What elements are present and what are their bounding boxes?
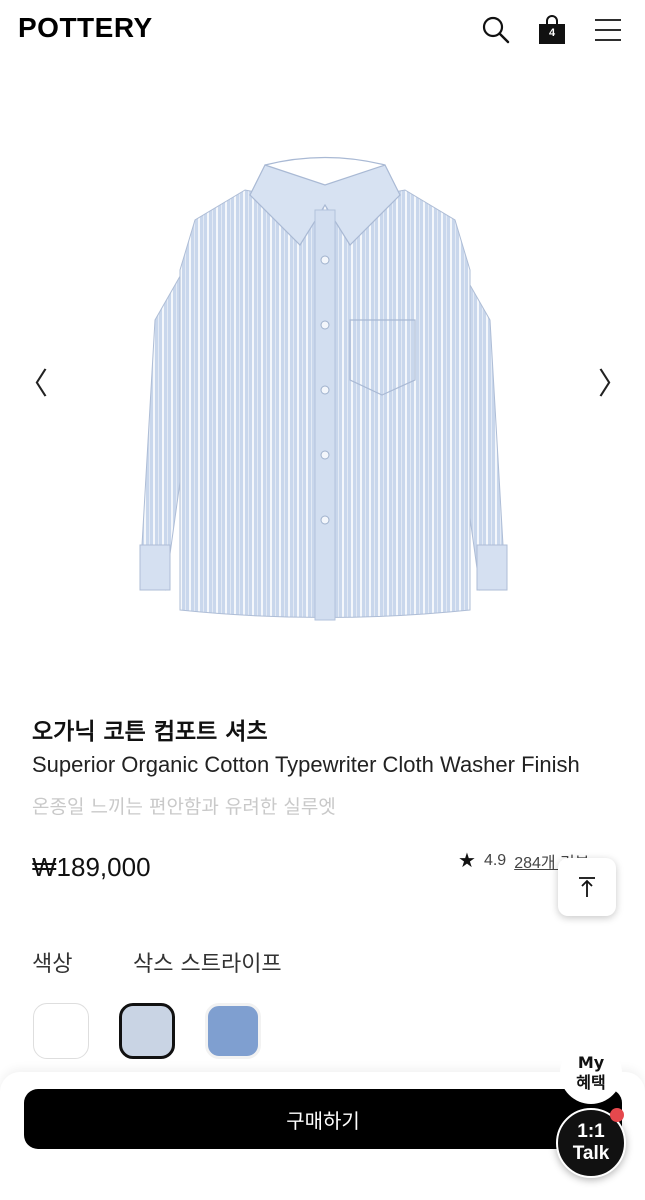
product-title: 오가닉 코튼 컴포트 셔츠 [32,719,268,745]
scroll-to-top-button[interactable] [558,858,616,916]
brand-logo[interactable]: POTTERY [18,12,153,44]
talk-line2: Talk [572,1143,610,1164]
notification-dot [610,1108,624,1122]
color-option-label: 색상 [32,952,73,977]
color-swatch-sax-stripe[interactable] [119,1003,175,1059]
color-swatch-white[interactable] [33,1003,89,1059]
header: POTTERY 4 [0,0,645,60]
talk-line1: 1:1 [577,1121,605,1142]
carousel-next-button[interactable]: 〉 [598,365,628,405]
product-image [139,156,508,621]
my-benefit-button[interactable]: My 혜택 [560,1042,622,1104]
star-icon: ★ [458,850,476,872]
cart-count-badge: 4 [548,27,556,39]
buy-button[interactable]: 구매하기 [24,1089,622,1149]
product-description: 온종일 느끼는 편안함과 유려한 실루엣 [32,796,336,818]
search-icon[interactable] [478,12,514,48]
carousel-prev-button[interactable]: 〈 [18,365,48,405]
my-benefit-line2: 혜택 [576,1073,606,1092]
color-swatch-blue[interactable] [205,1003,261,1059]
rating-value: 4.9 [483,851,507,869]
shopping-bag-icon[interactable]: 4 [534,12,570,48]
arrow-up-icon [579,877,595,897]
product-subtitle: Superior Organic Cotton Typewriter Cloth… [32,752,580,777]
hamburger-menu-icon[interactable] [590,12,626,48]
product-image-carousel[interactable]: 〈 〉 [0,80,645,680]
selected-color-name: 삭스 스트라이프 [133,952,282,977]
product-price: ₩189,000 [32,852,151,882]
my-benefit-line1: My [577,1053,605,1072]
